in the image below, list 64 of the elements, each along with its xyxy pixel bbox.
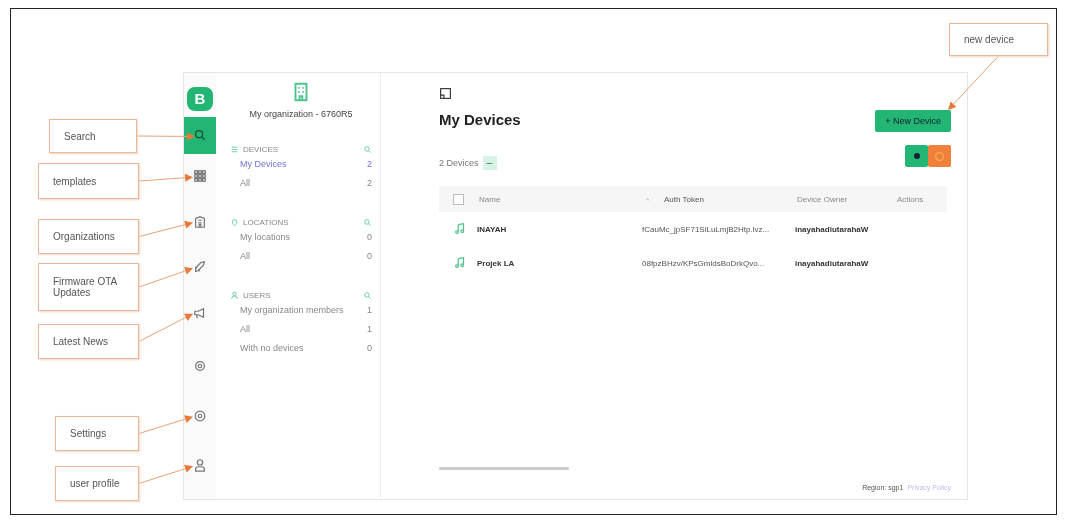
leader-arrow [138,220,193,237]
organization-list-item[interactable]: All 0 [230,246,372,265]
leader-arrow [138,173,193,182]
expand-icon [439,87,452,100]
organization-list-item[interactable]: My locations 0 [230,227,372,246]
callout-label: Organizations [38,219,139,254]
view-toggle-button[interactable] [928,145,951,167]
scrollbar[interactable] [439,467,569,470]
column-header[interactable]: Name [479,194,501,204]
section-title: LOCATIONS [243,218,290,227]
section-title: USERS [243,291,272,300]
callout-label: templates [38,163,139,199]
callout-label: new device [949,23,1048,56]
new-device-button[interactable]: + New Device [875,110,951,132]
callout-label: Settings [55,416,139,451]
settings-icon [193,408,207,423]
sidebar-button[interactable] [184,116,216,155]
organization-list-item[interactable]: All 1 [230,319,372,338]
logo[interactable]: B [187,87,213,111]
organization-name: My organization - 6760R5 [248,109,354,119]
organization-list-item[interactable]: My Devices 2 [230,154,372,173]
organization-list-item[interactable]: With no devices 0 [230,338,372,357]
collapse-button[interactable] [482,156,497,170]
callout-label: Firmware OTA Updates [38,263,139,311]
leader-arrow [136,132,195,141]
dot-icon [913,153,920,159]
callout-label: user profile [55,466,139,501]
device-name[interactable]: INAYAH [477,224,642,234]
user-icon [193,458,207,473]
leader-arrow [138,267,193,288]
ring-icon [193,359,207,374]
table-cell-text: inayahadiutarahaW [794,258,870,268]
table-cell-text: 08fpzBHzv/KPsGmldsBoDrkQvo... [642,258,766,268]
pin-icon [230,218,239,227]
device-count: 2 Devices [439,158,479,168]
section-title: DEVICES [243,145,280,154]
megaphone-icon [193,305,207,320]
search-icon [363,291,372,300]
device-icon [453,256,467,270]
column-header[interactable]: Device Owner [797,194,848,204]
column-header[interactable]: Auth Token [664,194,704,204]
list-icon [230,145,239,154]
organization-list-item[interactable]: My organization members 1 [230,300,372,319]
search-icon [193,128,207,143]
callout-label: Latest News [38,324,139,359]
device-name[interactable]: Projek LA [477,258,642,268]
page-title: My Devices [439,110,521,128]
device-icon [453,222,467,236]
column-header[interactable]: Actions [897,194,924,204]
search-icon [363,145,372,154]
table-cell-text: fCauMc_jpSF71SiLuLmjB2Htp.lvz... [642,224,771,234]
leader-arrow [138,313,193,342]
leader-arrow [948,55,999,110]
organization-list-item[interactable]: All 2 [230,173,372,192]
person-icon [230,291,239,300]
grid-icon [193,169,207,184]
view-toggle-button[interactable] [905,145,928,167]
building-icon [193,214,207,229]
checkbox[interactable] [453,193,464,205]
search-icon [363,218,372,227]
leader-arrow [138,415,193,434]
callout-label: Search [49,119,137,153]
leader-arrow [138,464,193,484]
table-cell-text: inayahadiutarahaW [794,224,870,234]
